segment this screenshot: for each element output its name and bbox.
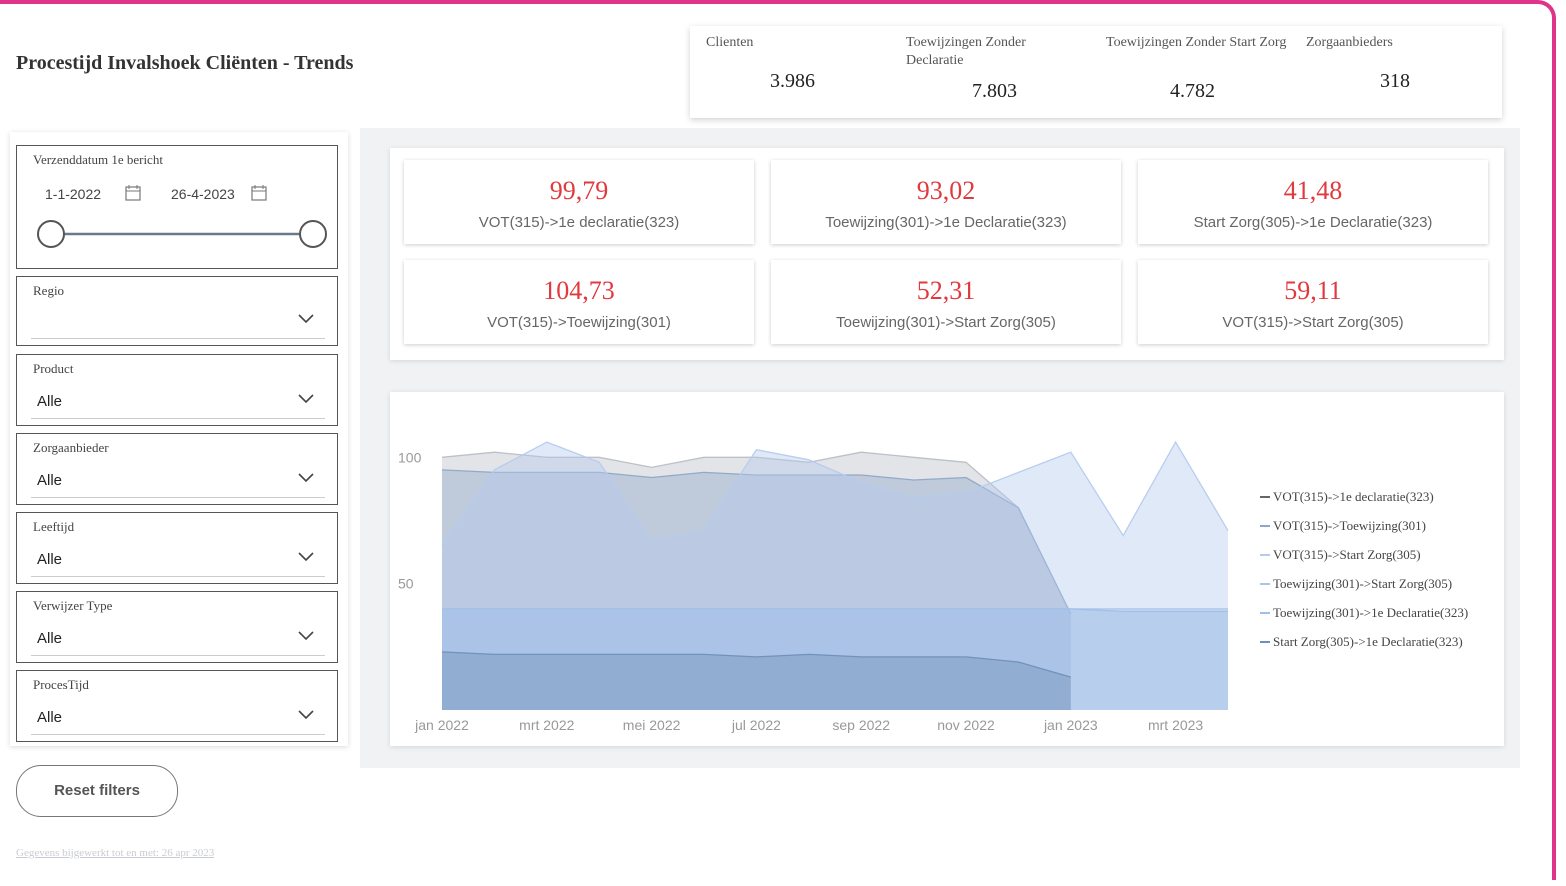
kpi-toewijzingen-zonder-start-zorg: Toewijzingen Zonder Start Zorg 4.782 — [1106, 34, 1296, 102]
series-area-5 — [442, 651, 1071, 710]
slicer-label: Verwijzer Type — [33, 598, 113, 613]
kpi-label: Clienten — [706, 35, 754, 50]
procestijd-dropdown[interactable]: Alle — [31, 700, 325, 735]
x-tick-label: jul 2022 — [731, 717, 781, 733]
slicer-label: Zorgaanbieder — [33, 440, 109, 455]
kpi-label: Toewijzingen Zonder Declaratie — [906, 35, 1026, 68]
metric-card: 41,48 Start Zorg(305)->1e Declaratie(323… — [1138, 160, 1488, 244]
legend-item[interactable]: Toewijzing(301)->Start Zorg(305) — [1273, 576, 1452, 591]
kpi-value: 4.782 — [1170, 80, 1215, 102]
regio-dropdown[interactable] — [31, 304, 325, 339]
kpi-value: 3.986 — [770, 70, 815, 92]
kpi-clienten: Clienten 3.986 — [706, 34, 886, 92]
slicer-leeftijd: Leeftijd Alle — [16, 512, 338, 584]
leeftijd-dropdown[interactable]: Alle — [31, 542, 325, 577]
kpi-value: 7.803 — [972, 80, 1017, 102]
legend-item[interactable]: Toewijzing(301)->1e Declaratie(323) — [1273, 605, 1468, 620]
chevron-down-icon[interactable] — [297, 629, 315, 641]
slicer-regio: Regio — [16, 276, 338, 346]
legend-item[interactable]: Start Zorg(305)->1e Declaratie(323) — [1273, 634, 1463, 649]
metric-card: 104,73 VOT(315)->Toewijzing(301) — [404, 260, 754, 344]
metric-card: 59,11 VOT(315)->Start Zorg(305) — [1138, 260, 1488, 344]
kpi-label: Toewijzingen Zonder Start Zorg — [1106, 35, 1287, 50]
slicer-procestijd: ProcesTijd Alle — [16, 670, 338, 742]
date-from-input[interactable]: 1-1-2022 — [33, 178, 149, 208]
page-title: Procestijd Invalshoek Cliënten - Trends — [16, 52, 354, 74]
slicer-label: Product — [33, 361, 74, 376]
date-to-value: 26-4-2023 — [171, 186, 235, 202]
slicer-zorgaanbieder: Zorgaanbieder Alle — [16, 433, 338, 505]
chevron-down-icon[interactable] — [297, 550, 315, 562]
metric-caption: Toewijzing(301)->Start Zorg(305) — [836, 314, 1056, 331]
metric-caption: VOT(315)->Toewijzing(301) — [487, 314, 671, 331]
y-tick-label: 50 — [398, 576, 414, 592]
zorgaanbieder-dropdown[interactable]: Alle — [31, 463, 325, 498]
x-tick-label: mei 2022 — [623, 717, 681, 733]
product-dropdown[interactable]: Alle — [31, 384, 325, 419]
kpi-zorgaanbieders: Zorgaanbieders 318 — [1306, 34, 1486, 92]
trend-chart-card: 50 100 jan 2022 mrt 2022 mei 2022 jul 2022 sep… — [390, 392, 1504, 746]
metric-caption: VOT(315)->Start Zorg(305) — [1222, 314, 1404, 331]
metric-value: 104,73 — [543, 276, 615, 305]
dropdown-value: Alle — [37, 472, 63, 489]
kpi-toewijzingen-zonder-declaratie: Toewijzingen Zonder Declaratie 7.803 — [906, 34, 1086, 102]
x-tick-label: sep 2022 — [832, 717, 890, 733]
slider-handle-start[interactable] — [37, 220, 65, 248]
dropdown-value: Alle — [37, 393, 63, 410]
y-tick-label: 100 — [398, 449, 422, 465]
trend-area-chart[interactable]: 50 100 jan 2022 mrt 2022 mei 2022 jul 2022 sep… — [390, 392, 1504, 746]
x-tick-label: jan 2023 — [1043, 717, 1098, 733]
legend-item[interactable]: VOT(315)->Start Zorg(305) — [1273, 547, 1421, 562]
dropdown-value: Alle — [37, 709, 63, 726]
kpi-summary-card: Clienten 3.986 Toewijzingen Zonder Decla… — [690, 26, 1502, 118]
date-to-input[interactable]: 26-4-2023 — [159, 178, 275, 208]
slider-handle-end[interactable] — [299, 220, 327, 248]
metric-value: 41,48 — [1283, 176, 1343, 205]
metric-value: 93,02 — [916, 176, 976, 205]
slicer-label: Regio — [33, 283, 65, 298]
x-tick-label: mrt 2023 — [1148, 717, 1203, 733]
reset-filters-button[interactable]: Reset filters — [16, 765, 178, 817]
date-from-value: 1-1-2022 — [45, 186, 102, 202]
date-range-slider[interactable] — [25, 216, 335, 256]
chevron-down-icon[interactable] — [297, 708, 315, 720]
dropdown-value: Alle — [37, 630, 63, 647]
slicer-label: Leeftijd — [33, 519, 75, 534]
x-tick-label: jan 2022 — [414, 717, 469, 733]
metric-card: 52,31 Toewijzing(301)->Start Zorg(305) — [771, 260, 1121, 344]
metric-caption: Toewijzing(301)->1e Declaratie(323) — [825, 214, 1067, 231]
dropdown-value: Alle — [37, 551, 63, 568]
chevron-down-icon[interactable] — [297, 392, 315, 404]
x-tick-label: nov 2022 — [937, 717, 995, 733]
metric-caption: VOT(315)->1e declaratie(323) — [478, 214, 680, 231]
legend-item[interactable]: VOT(315)->Toewijzing(301) — [1273, 518, 1426, 533]
calendar-icon[interactable] — [125, 185, 141, 201]
slicer-product: Product Alle — [16, 354, 338, 426]
calendar-icon[interactable] — [251, 185, 267, 201]
kpi-value: 318 — [1380, 70, 1410, 92]
metric-value: 59,11 — [1284, 276, 1342, 305]
verwijzer-type-dropdown[interactable]: Alle — [31, 621, 325, 656]
slicer-label: ProcesTijd — [33, 677, 89, 692]
metric-value: 99,79 — [549, 176, 609, 205]
metric-value: 52,31 — [916, 276, 976, 305]
chevron-down-icon[interactable] — [297, 471, 315, 483]
legend-item[interactable]: VOT(315)->1e declaratie(323) — [1273, 489, 1434, 504]
metric-caption: Start Zorg(305)->1e Declaratie(323) — [1193, 214, 1433, 231]
slicer-label: Verzenddatum 1e bericht — [33, 152, 163, 167]
date-range-slicer: Verzenddatum 1e bericht 1-1-2022 26-4-20… — [16, 145, 338, 269]
metric-card: 99,79 VOT(315)->1e declaratie(323) — [404, 160, 754, 244]
slicer-verwijzer-type: Verwijzer Type Alle — [16, 591, 338, 663]
chevron-down-icon[interactable] — [297, 312, 315, 324]
kpi-label: Zorgaanbieders — [1306, 35, 1393, 50]
x-tick-label: mrt 2022 — [519, 717, 574, 733]
data-updated-footnote[interactable]: Gegevens bijgewerkt tot en met: 26 apr 2… — [16, 847, 214, 859]
metric-card: 93,02 Toewijzing(301)->1e Declaratie(323… — [771, 160, 1121, 244]
